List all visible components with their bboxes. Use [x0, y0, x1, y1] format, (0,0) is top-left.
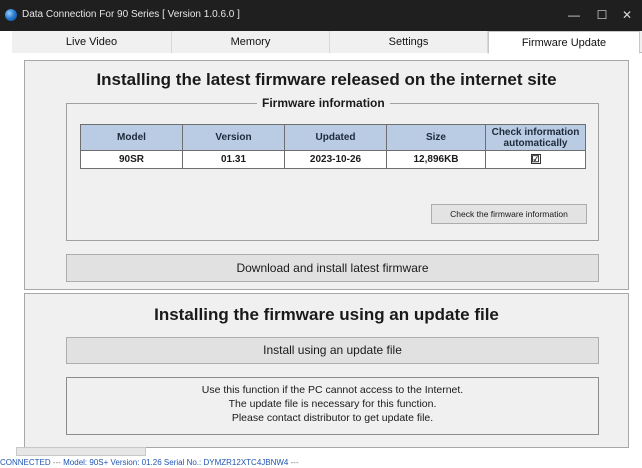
firmware-information-title: Firmware information	[257, 96, 390, 110]
maximize-button[interactable]: ☐	[588, 4, 616, 26]
tab-settings[interactable]: Settings	[330, 31, 488, 53]
update-file-notice: Use this function if the PC cannot acces…	[66, 377, 599, 435]
file-update-panel: Installing the firmware using an update …	[24, 293, 629, 448]
horizontal-scrollbar[interactable]	[16, 447, 146, 456]
column-header-updated: Updated	[284, 124, 387, 151]
auto-check-checkbox[interactable]: ☑	[530, 154, 541, 165]
tab-memory[interactable]: Memory	[172, 31, 330, 53]
notice-line: The update file is necessary for this fu…	[228, 398, 437, 410]
firmware-information-group: Firmware information Model Version Updat…	[66, 96, 599, 241]
internet-update-heading: Installing the latest firmware released …	[96, 70, 557, 89]
notice-line: Please contact distributor to get update…	[231, 412, 434, 424]
tab-bar: Live Video Memory Settings Firmware Upda…	[12, 31, 642, 54]
firmware-table: Model Version Updated Size Check informa…	[80, 124, 586, 169]
file-update-heading: Installing the firmware using an update …	[154, 305, 499, 324]
cell-updated: 2023-10-26	[284, 150, 387, 169]
close-button[interactable]: ✕	[613, 4, 641, 26]
cell-model: 90SR	[80, 150, 183, 169]
table-header-row: Model Version Updated Size Check informa…	[80, 124, 586, 151]
install-update-file-button[interactable]: Install using an update file	[66, 337, 599, 364]
table-row: 90SR 01.31 2023-10-26 12,896KB ☑	[80, 150, 586, 169]
cell-auto-check: ☑	[485, 150, 586, 169]
tab-live-video[interactable]: Live Video	[12, 31, 172, 53]
minimize-button[interactable]: —	[560, 4, 588, 26]
app-icon	[5, 9, 17, 21]
column-header-size: Size	[386, 124, 486, 151]
column-header-version: Version	[182, 124, 285, 151]
status-version: Version: 01.26	[110, 458, 162, 467]
internet-update-panel: Installing the latest firmware released …	[24, 60, 629, 290]
status-bar: CONNECTED --- Model: 90S+ Version: 01.26…	[0, 458, 642, 468]
column-header-auto-check: Check information automatically	[485, 124, 586, 151]
status-separator: ---	[52, 458, 61, 467]
cell-size: 12,896KB	[386, 150, 486, 169]
download-install-button[interactable]: Download and install latest firmware	[66, 254, 599, 282]
status-separator: ---	[290, 458, 299, 467]
cell-version: 01.31	[182, 150, 285, 169]
check-firmware-info-button[interactable]: Check the firmware information	[431, 204, 587, 224]
window-title: Data Connection For 90 Series [ Version …	[22, 9, 240, 20]
tab-firmware-update[interactable]: Firmware Update	[488, 31, 640, 54]
status-model: Model: 90S+	[63, 458, 109, 467]
notice-line: Use this function if the PC cannot acces…	[201, 384, 464, 396]
title-bar: Data Connection For 90 Series [ Version …	[0, 0, 642, 31]
connection-status: CONNECTED	[0, 458, 51, 467]
status-serial: Serial No.: DYMZR12XTC4JBNW4	[163, 458, 289, 467]
column-header-model: Model	[80, 124, 183, 151]
